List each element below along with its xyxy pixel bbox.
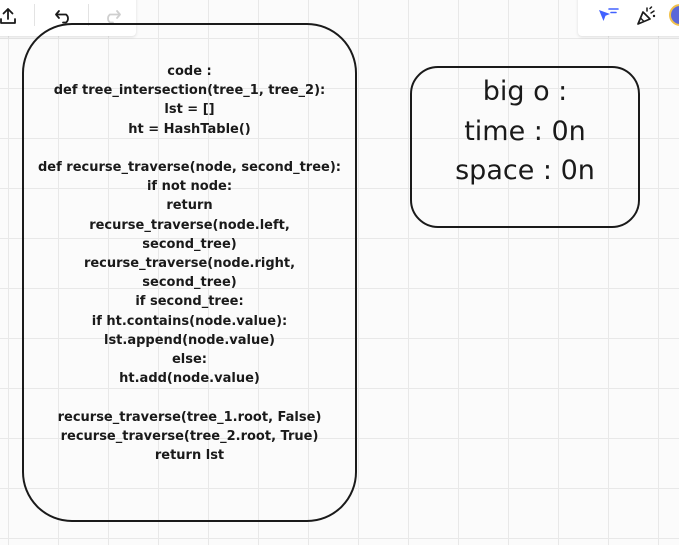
cursor-filter-icon	[599, 8, 619, 21]
code-line: else:	[171, 352, 208, 368]
code-text: code : def tree_intersection(tree_1, tree…	[24, 62, 355, 465]
upload-icon	[0, 8, 16, 24]
code-line: recurse_traverse(tree_1.root, False)	[57, 409, 322, 425]
code-line: ht = HashTable()	[128, 121, 251, 137]
code-line: ht.add(node.value)	[119, 371, 260, 387]
bigo-line: space : 0n	[455, 155, 595, 186]
bigo-text: big o : time : 0n space : 0n	[412, 72, 638, 191]
right-toolbar	[578, 0, 679, 36]
code-line: recurse_traverse(tree_2.root, True)	[60, 428, 319, 444]
upload-button[interactable]	[0, 0, 26, 32]
code-line: second_tree)	[142, 236, 237, 252]
bigo-card[interactable]: big o : time : 0n space : 0n	[410, 66, 640, 228]
code-line: def recurse_traverse(node, second_tree):	[38, 160, 341, 175]
bigo-line: big o :	[482, 76, 568, 107]
code-card[interactable]: code : def tree_intersection(tree_1, tree…	[22, 23, 357, 522]
code-line: if ht.contains(node.value):	[91, 313, 288, 329]
code-line: if second_tree:	[135, 294, 244, 310]
code-line: code :	[167, 64, 212, 79]
cursor-filter-button[interactable]	[590, 0, 626, 32]
toolbar-divider	[34, 4, 35, 26]
code-line: return lst	[154, 448, 225, 464]
code-line: second_tree)	[142, 275, 237, 291]
code-line: lst.append(node.value)	[103, 332, 275, 348]
celebrate-icon	[637, 6, 656, 25]
celebrate-button[interactable]	[628, 0, 664, 32]
bigo-line: time : 0n	[464, 115, 586, 147]
code-line: recurse_traverse(node.right,	[83, 256, 296, 272]
code-line: return	[166, 198, 213, 214]
code-line: lst = []	[164, 102, 215, 118]
code-line: recurse_traverse(node.left,	[89, 217, 290, 233]
code-line: def tree_intersection(tree_1, tree_2):	[53, 83, 326, 99]
avatar[interactable]	[669, 4, 679, 26]
code-line: if not node:	[146, 179, 233, 195]
